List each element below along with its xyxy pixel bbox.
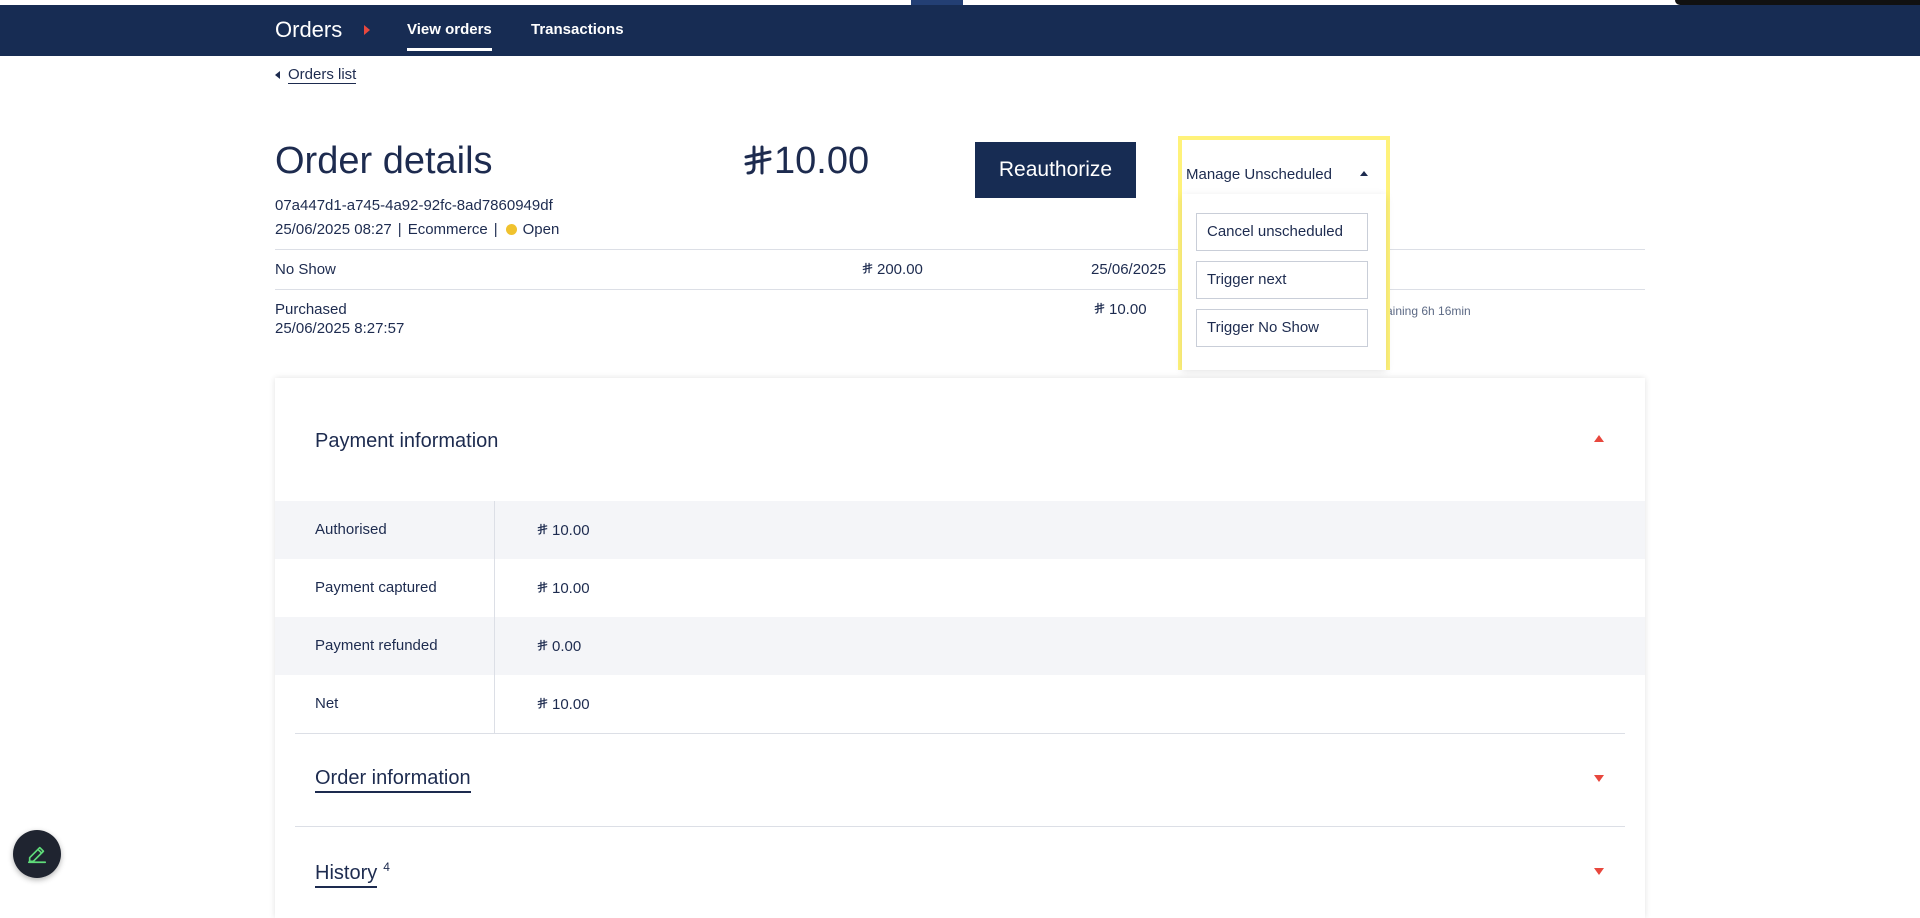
row-amount-value: 200.00: [877, 261, 923, 278]
collapse-icon[interactable]: [1594, 435, 1604, 442]
table-row: Payment refunded 0.00: [275, 617, 1645, 675]
payment-value-text: 10.00: [552, 579, 590, 597]
order-datetime: 25/06/2025 08:27: [275, 221, 392, 238]
manage-menu: Cancel unscheduled Trigger next Trigger …: [1182, 194, 1386, 370]
pencil-icon: [27, 846, 47, 864]
chevron-left-icon: [275, 71, 280, 79]
payment-card: Payment information Authorised 10.00 Pay…: [275, 378, 1645, 918]
divider: [295, 733, 1625, 734]
back-link-label: Orders list: [288, 66, 357, 84]
manage-unscheduled-label[interactable]: Manage Unscheduled: [1186, 166, 1332, 183]
table-row: Payment captured 10.00: [275, 559, 1645, 617]
payment-row-label: Payment captured: [275, 559, 495, 617]
expand-icon[interactable]: [1594, 868, 1604, 875]
status-badge: Open: [522, 221, 560, 238]
history-count: 4: [383, 860, 390, 874]
order-amount-value: 10.00: [774, 140, 870, 182]
order-information-title[interactable]: Order information: [315, 767, 471, 793]
payment-value-text: 0.00: [552, 637, 582, 655]
payment-row-label: Net: [275, 675, 495, 733]
tab-transactions[interactable]: Transactions: [531, 21, 624, 38]
row-date-no-show: 25/06/2025: [1091, 261, 1167, 278]
row-label-purchased: Purchased: [275, 301, 347, 318]
breadcrumb-orders-list[interactable]: Orders list: [275, 66, 357, 84]
tab-view-orders[interactable]: View orders: [407, 21, 492, 51]
currency-icon: [1094, 302, 1105, 314]
currency-icon: [537, 697, 548, 709]
caret-right-icon: [364, 25, 370, 35]
currency-icon: [862, 262, 873, 274]
meta-separator: |: [493, 221, 498, 238]
table-row: Authorised 10.00: [275, 501, 1645, 559]
order-amount: 10.00: [744, 140, 869, 183]
edit-fab-button[interactable]: [13, 830, 61, 878]
table-row: Net 10.00: [275, 675, 1645, 733]
payment-row-value: 0.00: [495, 638, 581, 655]
payment-row-label: Payment refunded: [275, 617, 495, 675]
nav-brand[interactable]: Orders: [275, 17, 342, 43]
order-channel: Ecommerce: [407, 221, 488, 238]
page-title: Order details: [275, 140, 493, 182]
meta-separator: |: [397, 221, 402, 238]
currency-icon: [537, 639, 548, 651]
currency-icon: [744, 145, 772, 175]
currency-icon: [537, 523, 548, 535]
manage-unscheduled-dropdown[interactable]: Manage Unscheduled Cancel unscheduled Tr…: [1178, 136, 1390, 370]
history-title[interactable]: History: [315, 861, 378, 888]
divider: [275, 249, 1645, 250]
order-id: 07a447d1-a745-4a92-92fc-8ad7860949df: [275, 197, 553, 214]
payment-value-text: 10.00: [552, 695, 590, 713]
payment-table: Authorised 10.00 Payment captured 10.00 …: [275, 501, 1645, 733]
order-meta: 25/06/2025 08:27 | Ecommerce | Open: [275, 221, 559, 238]
divider: [295, 826, 1625, 827]
payment-value-text: 10.00: [552, 521, 590, 539]
divider: [275, 289, 1645, 290]
caret-up-icon: [1360, 171, 1368, 176]
payment-row-value: 10.00: [495, 696, 590, 713]
row-label-no-show: No Show: [275, 261, 336, 278]
payment-info-title[interactable]: Payment information: [315, 430, 498, 453]
history-section[interactable]: History 4: [315, 860, 390, 888]
menu-item-trigger-next[interactable]: Trigger next: [1196, 261, 1368, 299]
expand-icon[interactable]: [1594, 775, 1604, 782]
menu-item-trigger-no-show[interactable]: Trigger No Show: [1196, 309, 1368, 347]
menu-item-cancel-unscheduled[interactable]: Cancel unscheduled: [1196, 213, 1368, 251]
row-remaining-time: aining 6h 16min: [1386, 304, 1471, 318]
reauthorize-button[interactable]: Reauthorize: [975, 142, 1136, 198]
payment-row-value: 10.00: [495, 580, 590, 597]
top-nav: Orders View orders Transactions: [0, 5, 1920, 56]
currency-icon: [537, 581, 548, 593]
row-amount-purchased: 10.00: [1094, 301, 1147, 318]
row-amount-no-show: 200.00: [862, 261, 923, 278]
payment-row-label: Authorised: [275, 501, 495, 559]
status-dot-icon: [505, 224, 517, 235]
payment-row-value: 10.00: [495, 522, 590, 539]
row-sub-purchased: 25/06/2025 8:27:57: [275, 320, 405, 337]
order-information-section[interactable]: Order information: [315, 767, 471, 793]
row-amount-value: 10.00: [1109, 301, 1147, 318]
